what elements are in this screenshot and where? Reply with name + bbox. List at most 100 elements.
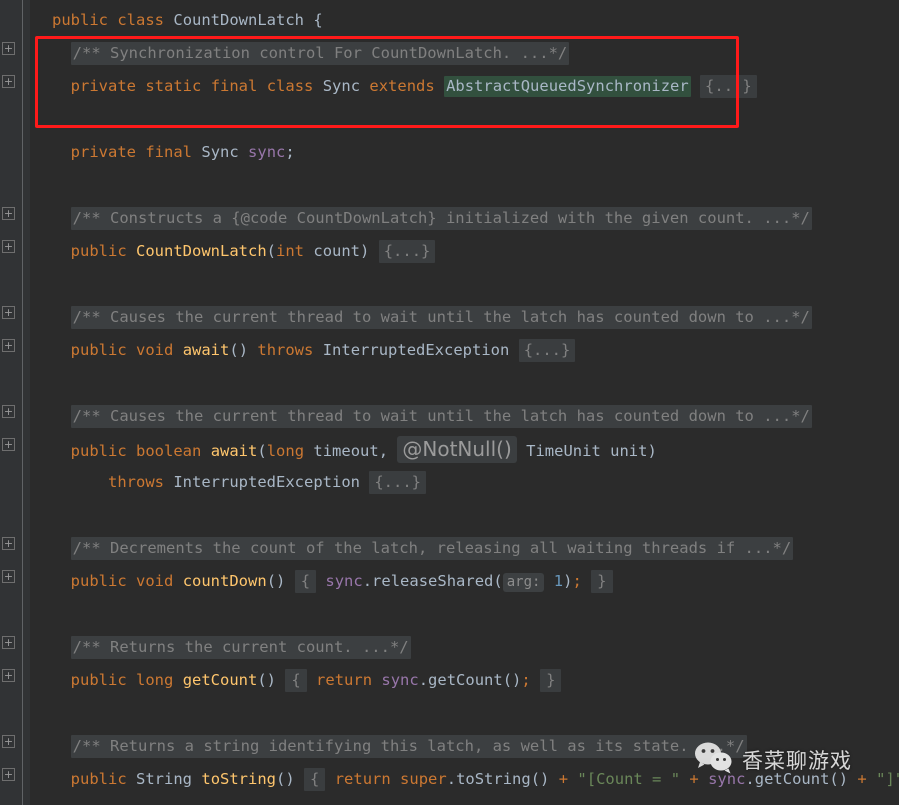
fold-expand-icon[interactable]: + bbox=[2, 636, 15, 649]
line-getcount[interactable]: public long getCount() { return sync.get… bbox=[52, 664, 562, 697]
line-sync-field[interactable]: private final Sync sync; bbox=[52, 136, 295, 169]
code-token: . bbox=[418, 671, 429, 689]
fold-expand-icon[interactable]: + bbox=[2, 669, 15, 682]
line-await-timeout[interactable]: public boolean await(long timeout, @NotN… bbox=[52, 433, 657, 466]
folded-method-body[interactable]: } bbox=[540, 669, 562, 692]
folded-method-body[interactable]: } bbox=[591, 570, 613, 593]
fold-expand-icon[interactable]: + bbox=[2, 339, 15, 352]
fold-expand-icon[interactable]: + bbox=[2, 735, 15, 748]
code-token: public bbox=[70, 572, 127, 590]
code-token: () bbox=[229, 341, 258, 359]
wechat-icon bbox=[694, 741, 734, 779]
fold-expand-icon[interactable]: + bbox=[2, 570, 15, 583]
code-token: ) bbox=[647, 442, 657, 460]
code-token: ( bbox=[266, 242, 277, 260]
code-token: unit bbox=[610, 442, 648, 460]
line-sync-class[interactable]: private static final class Sync extends … bbox=[52, 70, 757, 103]
folded-javadoc[interactable]: /** Constructs a {@code CountDownLatch} … bbox=[70, 207, 812, 230]
folded-method-body[interactable]: { bbox=[294, 570, 317, 593]
code-token: timeout bbox=[313, 442, 379, 460]
code-token: int bbox=[276, 242, 305, 260]
line-await[interactable]: public void await() throws InterruptedEx… bbox=[52, 334, 576, 367]
fold-expand-icon[interactable]: + bbox=[2, 207, 15, 220]
code-token: return bbox=[334, 770, 391, 788]
inlay-hint[interactable]: @NotNull() bbox=[397, 436, 517, 463]
inlay-hint[interactable]: arg: bbox=[502, 573, 545, 592]
line-await-timeout-throws[interactable]: throws InterruptedException {...} bbox=[52, 466, 426, 499]
line-tostring-doc[interactable]: /** Returns a string identifying this la… bbox=[52, 730, 747, 763]
code-token: class bbox=[117, 11, 165, 29]
line-sync-doc[interactable]: /** Synchronization control For CountDow… bbox=[52, 37, 570, 70]
code-token: . bbox=[446, 770, 457, 788]
line-countdown-doc[interactable]: /** Decrements the count of the latch, r… bbox=[52, 532, 794, 565]
folded-javadoc[interactable]: /** Returns a string identifying this la… bbox=[70, 735, 747, 758]
code-token: () bbox=[502, 671, 522, 689]
line-countdown[interactable]: public void countDown() { sync.releaseSh… bbox=[52, 565, 613, 598]
folded-method-body[interactable]: { bbox=[285, 669, 307, 692]
editor-gutter[interactable]: + + + + + + + + + + + + + + bbox=[0, 0, 30, 805]
search-highlight[interactable]: AbstractQueuedSynchronizer bbox=[444, 76, 691, 97]
folded-javadoc[interactable]: /** Causes the current thread to wait un… bbox=[70, 306, 812, 329]
code-token: public bbox=[52, 11, 108, 29]
folded-method-body[interactable]: {...} bbox=[369, 471, 426, 494]
code-token: + bbox=[558, 770, 569, 788]
code-surface[interactable]: public class CountDownLatch { /** Synchr… bbox=[30, 0, 899, 805]
fold-expand-icon[interactable]: + bbox=[2, 75, 15, 88]
line-await-timeout-doc[interactable]: /** Causes the current thread to wait un… bbox=[52, 400, 812, 433]
code-token: getCount bbox=[182, 671, 258, 689]
line-class-decl[interactable]: public class CountDownLatch { bbox=[52, 4, 323, 37]
code-token: public bbox=[70, 341, 127, 359]
folded-method-body[interactable]: {...} bbox=[378, 240, 436, 263]
code-token: ) bbox=[360, 242, 379, 260]
folded-javadoc[interactable]: /** Synchronization control For CountDow… bbox=[70, 42, 570, 65]
fold-expand-icon[interactable]: + bbox=[2, 240, 15, 253]
fold-expand-icon[interactable]: + bbox=[2, 42, 15, 55]
folded-method-body[interactable]: {...} bbox=[700, 75, 757, 98]
fold-expand-icon[interactable]: + bbox=[2, 537, 15, 550]
code-token: getCount bbox=[428, 671, 503, 689]
code-token: sync bbox=[248, 143, 286, 161]
line-getcount-doc[interactable]: /** Returns the current count. ...*/ bbox=[52, 631, 411, 664]
folded-method-body[interactable]: {...} bbox=[518, 339, 576, 362]
code-token: InterruptedException bbox=[322, 341, 510, 359]
line-ctor-doc[interactable]: /** Constructs a {@code CountDownLatch} … bbox=[52, 202, 812, 235]
code-token: long bbox=[266, 442, 305, 460]
code-token: long bbox=[136, 671, 174, 689]
code-token: ; bbox=[572, 572, 582, 590]
fold-expand-icon[interactable]: + bbox=[2, 306, 15, 319]
line-await-doc[interactable]: /** Causes the current thread to wait un… bbox=[52, 301, 812, 334]
code-token: throws bbox=[257, 341, 314, 359]
code-token: releaseShared bbox=[372, 572, 494, 590]
code-token: ( bbox=[493, 572, 503, 590]
fold-expand-icon[interactable]: + bbox=[2, 438, 15, 451]
line-ctor[interactable]: public CountDownLatch(int count) {...} bbox=[52, 235, 436, 268]
code-token: () bbox=[257, 671, 286, 689]
fold-expand-icon[interactable]: + bbox=[2, 405, 15, 418]
code-editor[interactable]: + + + + + + + + + + + + + + public class CountDownLat… bbox=[0, 0, 899, 805]
folded-javadoc[interactable]: /** Decrements the count of the latch, r… bbox=[70, 537, 794, 560]
folded-method-body[interactable]: { bbox=[304, 768, 326, 791]
folded-javadoc[interactable]: /** Causes the current thread to wait un… bbox=[70, 405, 812, 428]
fold-expand-icon[interactable]: + bbox=[2, 768, 15, 781]
code-token: boolean bbox=[136, 442, 202, 460]
code-token: ; bbox=[521, 671, 531, 689]
code-token: super bbox=[400, 770, 447, 788]
folded-javadoc[interactable]: /** Returns the current count. ...*/ bbox=[70, 636, 411, 659]
code-token: () bbox=[530, 770, 559, 788]
